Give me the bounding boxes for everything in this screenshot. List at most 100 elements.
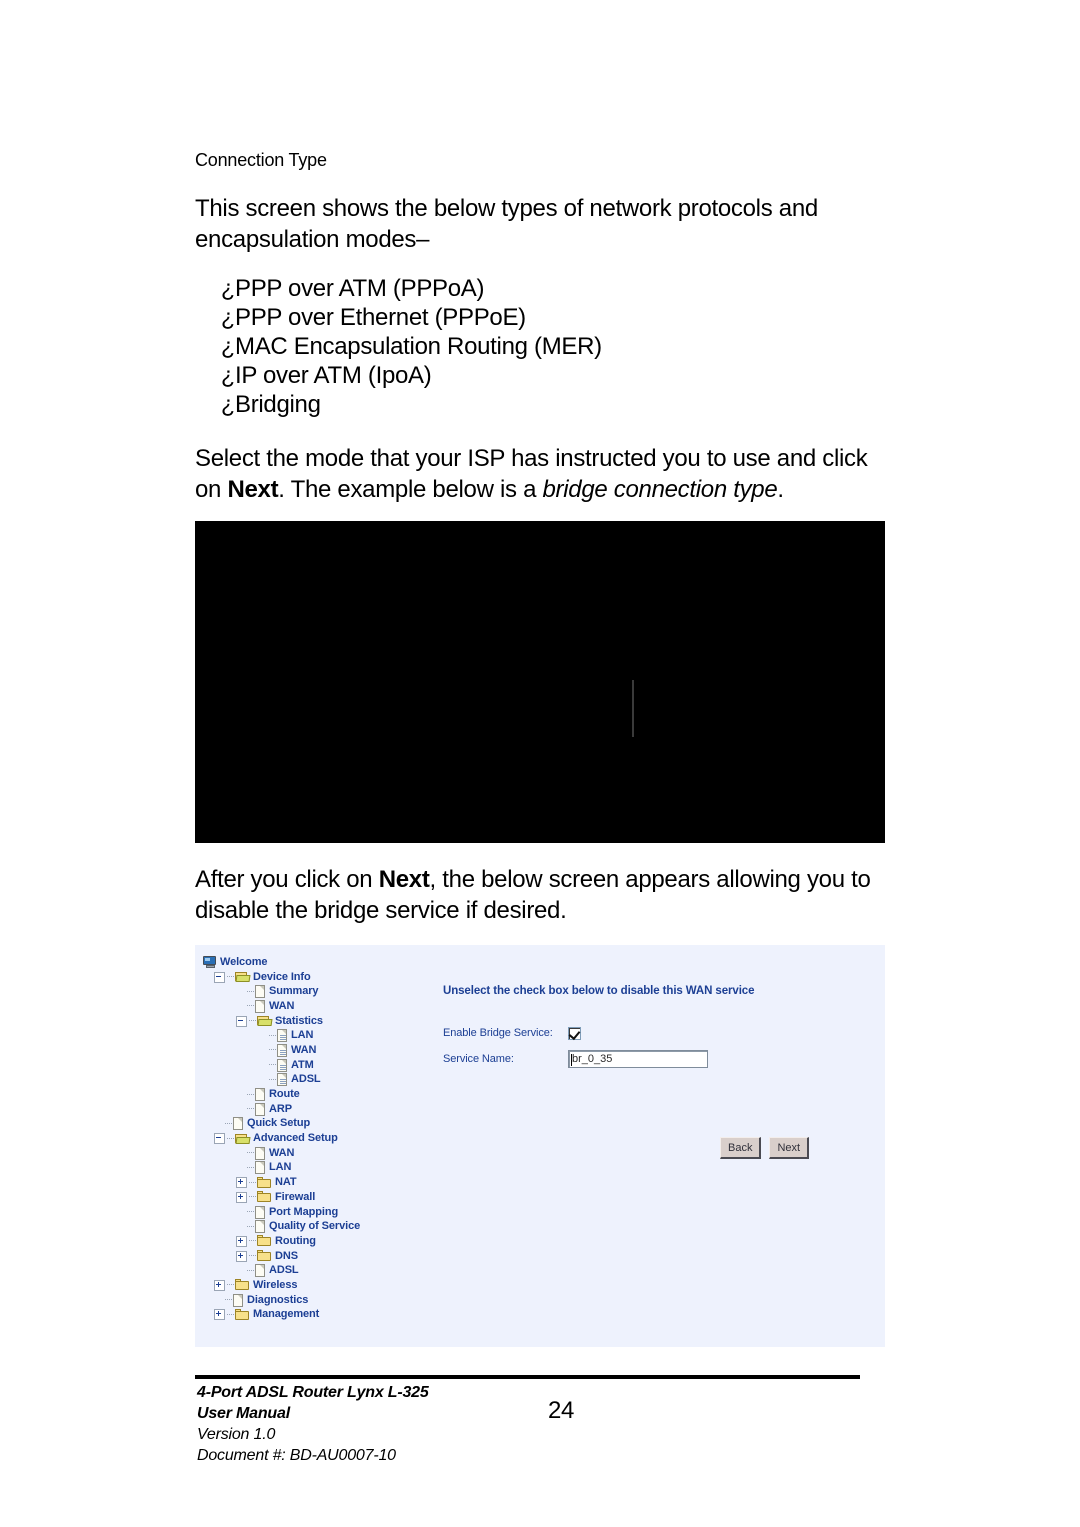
tree-connector <box>247 1093 254 1096</box>
service-name-input[interactable]: br_0_35 <box>568 1050 708 1068</box>
tree-item-label: Management <box>253 1308 320 1321</box>
list-item-label: IP over ATM (IpoA) <box>235 362 432 389</box>
tree-item-label: LAN <box>269 1161 292 1174</box>
tree-item-quality-of-service[interactable]: Quality of Service <box>203 1219 433 1234</box>
collapse-icon[interactable] <box>214 971 225 983</box>
tree-item-wan[interactable]: WAN <box>203 999 433 1014</box>
select-paragraph-part3: . <box>777 476 784 503</box>
tree-item-route[interactable]: Route <box>203 1087 433 1102</box>
expand-icon[interactable] <box>214 1309 225 1321</box>
tree-connector <box>249 1020 256 1022</box>
enable-bridge-service-checkbox[interactable] <box>568 1026 581 1040</box>
collapse-icon[interactable] <box>236 1015 247 1027</box>
tree-item-quick-setup[interactable]: Quick Setup <box>203 1117 433 1132</box>
document-icon <box>233 1117 244 1131</box>
tree-item-label: ADSL <box>269 1264 299 1277</box>
tree-connector <box>247 1225 254 1228</box>
tree-item-wireless[interactable]: Wireless <box>203 1278 433 1293</box>
expand-icon[interactable] <box>236 1191 247 1203</box>
list-item: ¿ Bridging <box>195 391 895 420</box>
tree-item-label: Wireless <box>253 1278 298 1291</box>
document-icon <box>255 1161 266 1175</box>
folder-closed-icon <box>235 1279 250 1291</box>
page-number: 24 <box>548 1397 575 1424</box>
monitor-icon <box>203 956 217 969</box>
tree-item-advanced-setup[interactable]: Advanced Setup <box>203 1131 433 1146</box>
enable-bridge-label: Enable Bridge Service: <box>443 1027 553 1039</box>
tree-item-label: WAN <box>269 1146 295 1159</box>
expand-icon[interactable] <box>214 1279 225 1291</box>
bullet-icon: ¿ <box>221 275 236 301</box>
tree-item-label: Route <box>269 1088 300 1101</box>
tree-item-lan[interactable]: LAN <box>203 1161 433 1176</box>
content-pane: Unselect the check box below to disable … <box>443 985 873 1072</box>
folder-closed-icon <box>257 1191 272 1203</box>
bullet-icon: ¿ <box>221 333 236 359</box>
tree-item-dns[interactable]: DNS <box>203 1249 433 1264</box>
navigation-tree[interactable]: Welcome Device Info Summary WAN Statistics LA… <box>203 955 433 1322</box>
next-button[interactable]: Next <box>769 1137 810 1159</box>
tree-connector <box>247 1166 254 1169</box>
tree-item-routing[interactable]: Routing <box>203 1234 433 1249</box>
collapse-icon[interactable] <box>214 1133 225 1145</box>
expand-icon[interactable] <box>236 1177 247 1189</box>
tree-item-wan[interactable]: WAN <box>203 1043 433 1058</box>
tree-item-label: Quality of Service <box>269 1220 361 1233</box>
document-icon <box>255 985 266 999</box>
tree-item-label: Diagnostics <box>247 1293 309 1306</box>
tree-connector <box>247 1269 254 1272</box>
tree-connector <box>249 1196 256 1198</box>
tree-connector <box>249 1240 256 1242</box>
list-item-label: Bridging <box>235 391 321 418</box>
folder-closed-icon <box>257 1235 272 1247</box>
tree-item-management[interactable]: Management <box>203 1308 433 1323</box>
document-icon <box>255 1102 266 1116</box>
tree-connector <box>269 1064 276 1066</box>
list-item: ¿ MAC Encapsulation Routing (MER) <box>195 333 895 362</box>
list-item: ¿ IP over ATM (IpoA) <box>195 362 895 391</box>
tree-item-label: ARP <box>269 1102 292 1115</box>
service-name-row: Service Name: br_0_35 <box>443 1046 873 1072</box>
tree-item-label: LAN <box>291 1029 314 1042</box>
tree-item-label: Firewall <box>275 1190 316 1203</box>
tree-item-atm[interactable]: ATM <box>203 1058 433 1073</box>
tree-item-firewall[interactable]: Firewall <box>203 1190 433 1205</box>
tree-item-device-info[interactable]: Device Info <box>203 970 433 985</box>
document-icon <box>255 1088 266 1102</box>
tree-connector <box>225 1122 232 1125</box>
tree-connector <box>227 1284 234 1286</box>
tree-item-nat[interactable]: NAT <box>203 1175 433 1190</box>
service-name-value: br_0_35 <box>572 1053 613 1065</box>
document-icon <box>255 1220 266 1234</box>
tree-item-lan[interactable]: LAN <box>203 1028 433 1043</box>
tree-item-adsl[interactable]: ADSL <box>203 1073 433 1088</box>
folder-open-icon <box>235 971 251 983</box>
tree-item-label: Welcome <box>220 955 268 968</box>
folder-closed-icon <box>257 1250 272 1262</box>
tree-item-port-mapping[interactable]: Port Mapping <box>203 1205 433 1220</box>
tree-item-wan[interactable]: WAN <box>203 1146 433 1161</box>
tree-item-arp[interactable]: ARP <box>203 1102 433 1117</box>
tree-connector <box>249 1181 256 1184</box>
bullet-icon: ¿ <box>221 304 236 330</box>
expand-icon[interactable] <box>236 1250 247 1262</box>
tree-item-welcome[interactable]: Welcome <box>203 955 433 970</box>
tree-item-diagnostics[interactable]: Diagnostics <box>203 1293 433 1308</box>
tree-connector <box>247 1005 254 1007</box>
pane-button-row: Back Next <box>720 1137 810 1159</box>
document-icon <box>277 1029 288 1043</box>
select-paragraph-bold: Next <box>227 476 279 503</box>
select-mode-paragraph: Select the mode that your ISP has instru… <box>195 443 895 505</box>
bullet-icon: ¿ <box>221 362 236 388</box>
footer-product: 4-Port ADSL Router Lynx L-325 <box>197 1384 429 1401</box>
tree-item-label: Quick Setup <box>247 1117 311 1130</box>
tree-item-adsl[interactable]: ADSL <box>203 1263 433 1278</box>
tree-connector <box>247 1211 254 1213</box>
tree-item-statistics[interactable]: Statistics <box>203 1014 433 1029</box>
document-icon <box>255 1205 266 1219</box>
tree-item-label: DNS <box>275 1249 298 1262</box>
back-button[interactable]: Back <box>720 1137 762 1159</box>
tree-connector <box>269 1049 276 1051</box>
expand-icon[interactable] <box>236 1235 247 1247</box>
tree-item-summary[interactable]: Summary <box>203 984 433 999</box>
